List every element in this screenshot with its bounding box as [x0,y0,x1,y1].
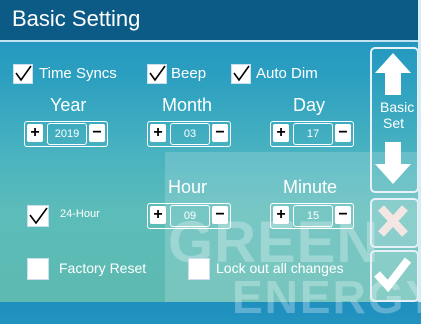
lock-out-checkbox[interactable] [188,258,210,280]
month-label: Month [162,95,213,115]
day-increment-button[interactable]: + [273,124,289,142]
auto-dim-checkbox[interactable] [231,64,251,84]
minute-value[interactable]: 15 [293,205,333,227]
basic-set-label-line1: Basic [380,99,415,115]
arrow-down-icon[interactable] [373,140,413,186]
year-value[interactable]: 2019 [47,123,87,145]
hour-label: Hour [168,177,208,197]
time-syncs-checkbox[interactable] [13,64,33,84]
day-decrement-button[interactable]: − [335,124,351,142]
year-stepper: + 2019 − [24,121,108,147]
year-increment-button[interactable]: + [27,124,43,142]
factory-reset-label: Factory Reset [59,260,147,276]
day-label: Day [293,95,326,115]
close-icon [378,205,408,237]
time-syncs-label: Time Syncs [39,65,117,82]
hour-value[interactable]: 09 [170,205,210,227]
minute-decrement-button[interactable]: − [335,206,351,224]
page-title: Basic Setting [12,6,141,31]
factory-reset-checkbox[interactable] [27,258,49,280]
24-hour-checkbox[interactable] [27,205,49,227]
minute-stepper: + 15 − [270,203,354,229]
minute-increment-button[interactable]: + [273,206,289,224]
title-divider [0,40,421,42]
year-label: Year [50,95,87,115]
minute-label: Minute [283,177,338,197]
checkmark-icon [374,257,412,293]
beep-checkbox[interactable] [147,64,167,84]
month-increment-button[interactable]: + [150,124,166,142]
24-hour-label: 24-Hour [60,208,100,220]
lock-out-label: Lock out all changes [216,260,344,276]
basic-set-label-line2: Set [383,115,405,131]
cancel-button[interactable] [370,198,419,248]
hour-stepper: + 09 − [147,203,231,229]
checkmark-icon [15,65,32,82]
month-decrement-button[interactable]: − [212,124,228,142]
auto-dim-label: Auto Dim [256,65,318,82]
day-value[interactable]: 17 [293,123,333,145]
day-stepper: + 17 − [270,121,354,147]
checkmark-icon [29,207,48,225]
month-value[interactable]: 03 [170,123,210,145]
hour-increment-button[interactable]: + [150,206,166,224]
month-stepper: + 03 − [147,121,231,147]
checkmark-icon [233,65,250,82]
arrow-up-icon[interactable] [373,51,413,97]
title-bar: Basic Setting [0,0,421,40]
year-decrement-button[interactable]: − [89,124,105,142]
checkmark-icon [149,65,166,82]
confirm-button[interactable] [370,250,419,302]
hour-decrement-button[interactable]: − [212,206,228,224]
beep-label: Beep [171,65,207,82]
